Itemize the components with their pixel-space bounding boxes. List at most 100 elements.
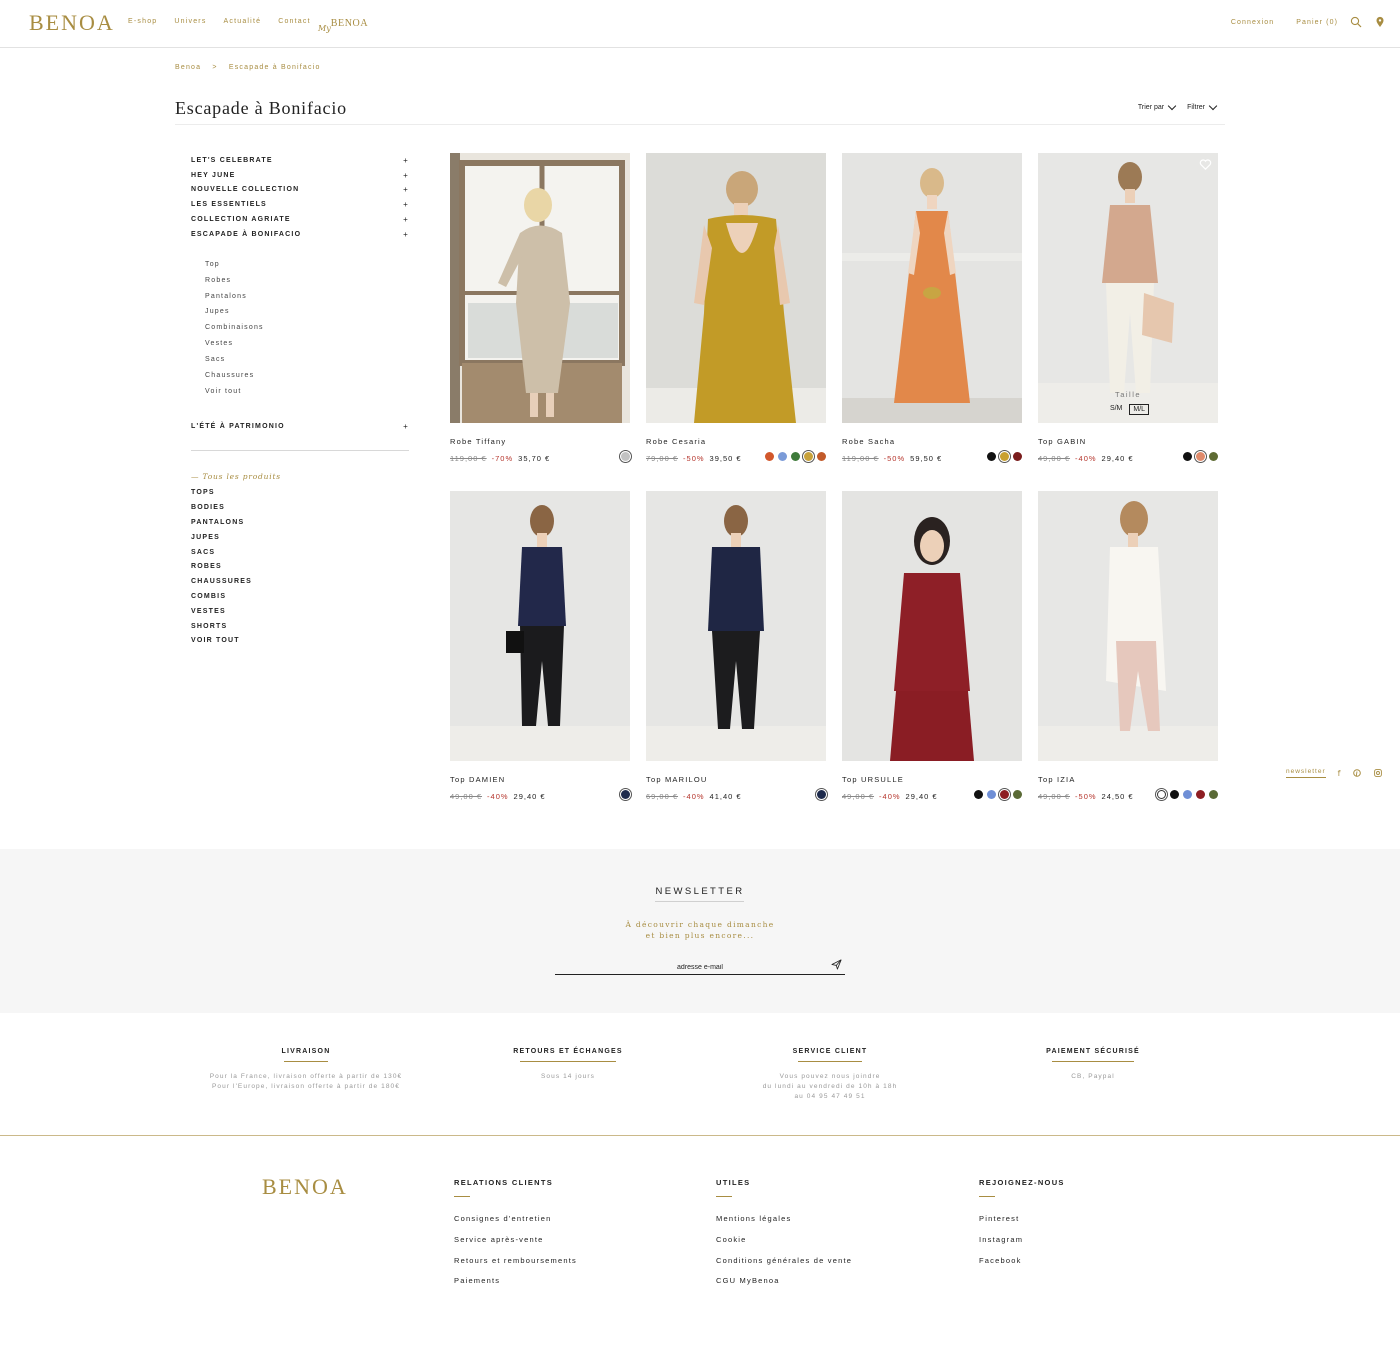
expand-plus-icon[interactable]: + [403,422,409,431]
color-swatch[interactable] [817,790,826,799]
facebook-icon[interactable]: f [1338,769,1341,778]
color-swatch[interactable] [791,452,800,461]
type-item[interactable]: PANTALONS [191,515,409,530]
product-image[interactable] [646,153,826,423]
subcategory-item[interactable]: Vestes [205,340,409,356]
color-swatch[interactable] [765,452,774,461]
product-image[interactable] [1038,491,1218,761]
subcategory-item[interactable]: Robes [205,277,409,293]
type-item[interactable]: SACS [191,545,409,560]
subcategory-item[interactable]: Voir tout [205,388,409,404]
type-item[interactable]: ROBES [191,560,409,575]
expand-plus-icon[interactable]: + [403,200,409,209]
login-link[interactable]: Connexion [1231,19,1274,26]
color-swatch[interactable] [974,790,983,799]
footer-link[interactable]: Cookie [716,1235,852,1256]
product-image[interactable] [646,491,826,761]
all-products-link[interactable]: — Tous les produits [191,472,409,486]
footer-link[interactable]: Service après-vente [454,1235,577,1256]
color-swatch[interactable] [1000,790,1009,799]
collection-item[interactable]: HEY JUNE + [191,168,409,183]
subcategory-item[interactable]: Sacs [205,356,409,372]
subcategory-item[interactable]: Combinaisons [205,324,409,340]
type-item[interactable]: VOIR TOUT [191,634,409,649]
product-name[interactable]: Robe Cesaria [646,437,706,446]
product-name[interactable]: Top MARILOU [646,775,708,784]
collection-item[interactable]: COLLECTION AGRIATE + [191,212,409,227]
nav-univers[interactable]: Univers [174,18,206,25]
breadcrumb-home[interactable]: Benoa [175,64,201,71]
footer-logo[interactable]: BENOA [262,1174,348,1200]
product-card[interactable]: Robe Sacha 119,00 € -50% 59,50 € [842,153,1022,463]
color-swatch[interactable] [1170,790,1179,799]
nav-eshop[interactable]: E-shop [128,18,157,25]
product-image[interactable] [450,153,630,423]
type-item[interactable]: VESTES [191,604,409,619]
nav-actualite[interactable]: Actualité [224,18,262,25]
color-swatch[interactable] [778,452,787,461]
product-card[interactable]: Top MARILOU 69,00 € -40% 41,40 € [646,491,826,801]
mybenoa-logo[interactable]: MyBENOA [318,13,368,33]
location-pin-icon[interactable] [1374,16,1386,28]
color-swatch[interactable] [987,790,996,799]
footer-link[interactable]: Paiements [454,1276,577,1297]
color-swatch[interactable] [804,452,813,461]
email-field[interactable] [555,961,845,975]
product-name[interactable]: Top IZIA [1038,775,1076,784]
color-swatch[interactable] [1157,790,1166,799]
color-swatch[interactable] [621,790,630,799]
heart-icon[interactable] [1199,158,1212,171]
color-swatch[interactable] [1209,790,1218,799]
color-swatch[interactable] [987,452,996,461]
subcategory-item[interactable]: Pantalons [205,293,409,309]
footer-link[interactable]: Conditions générales de vente [716,1256,852,1277]
collection-item[interactable]: LES ESSENTIELS + [191,197,409,212]
footer-link[interactable]: Retours et remboursements [454,1256,577,1277]
cart-link[interactable]: Panier (0) [1296,19,1338,26]
type-item[interactable]: SHORTS [191,619,409,634]
send-icon[interactable] [831,959,842,970]
product-card[interactable]: Top IZIA 49,00 € -50% 24,50 € [1038,491,1218,801]
search-icon[interactable] [1350,16,1362,28]
expand-plus-icon[interactable]: + [403,156,409,165]
collection-item-active[interactable]: ESCAPADE À BONIFACIO + [191,227,409,242]
product-name[interactable]: Robe Tiffany [450,437,506,446]
product-name[interactable]: Robe Sacha [842,437,895,446]
color-swatch[interactable] [1183,790,1192,799]
subcategory-item[interactable]: Jupes [205,308,409,324]
product-name[interactable]: Top DAMIEN [450,775,505,784]
newsletter-link[interactable]: newsletter [1286,768,1326,778]
type-item[interactable]: CHAUSSURES [191,574,409,589]
color-swatch[interactable] [817,452,826,461]
color-swatch[interactable] [1196,452,1205,461]
color-swatch[interactable] [1183,452,1192,461]
footer-link[interactable]: Instagram [979,1235,1065,1256]
product-card[interactable]: Robe Tiffany 119,00 € -70% 35,70 € [450,153,630,463]
type-item[interactable]: BODIES [191,500,409,515]
expand-plus-icon[interactable]: + [403,185,409,194]
type-item[interactable]: COMBIS [191,589,409,604]
color-swatch[interactable] [1013,790,1022,799]
product-name[interactable]: Top GABIN [1038,437,1086,446]
brand-logo[interactable]: BENOA [29,10,115,36]
footer-link[interactable]: Pinterest [979,1214,1065,1235]
size-option-selected[interactable]: M/L [1129,404,1150,415]
expand-plus-icon[interactable]: + [403,171,409,180]
color-swatch[interactable] [621,452,630,461]
product-card[interactable]: Taille S/M M/L Top GABIN 49,00 € -40% 29,4… [1038,153,1218,463]
product-image[interactable]: Taille S/M M/L [1038,153,1218,423]
product-card[interactable]: Robe Cesaria 79,00 € -50% 39,50 € [646,153,826,463]
product-card[interactable]: Top URSULLE 49,00 € -40% 29,40 € [842,491,1022,801]
subcategory-item[interactable]: Top [205,261,409,277]
color-swatch[interactable] [1000,452,1009,461]
pinterest-icon[interactable] [1353,769,1362,777]
footer-link[interactable]: Mentions légales [716,1214,852,1235]
footer-link[interactable]: Facebook [979,1256,1065,1277]
expand-plus-icon[interactable]: + [403,230,409,239]
type-item[interactable]: TOPS [191,486,409,501]
color-swatch[interactable] [1209,452,1218,461]
footer-link[interactable]: Consignes d'entretien [454,1214,577,1235]
expand-plus-icon[interactable]: + [403,215,409,224]
product-image[interactable] [842,153,1022,423]
footer-link[interactable]: CGU MyBenoa [716,1276,852,1297]
